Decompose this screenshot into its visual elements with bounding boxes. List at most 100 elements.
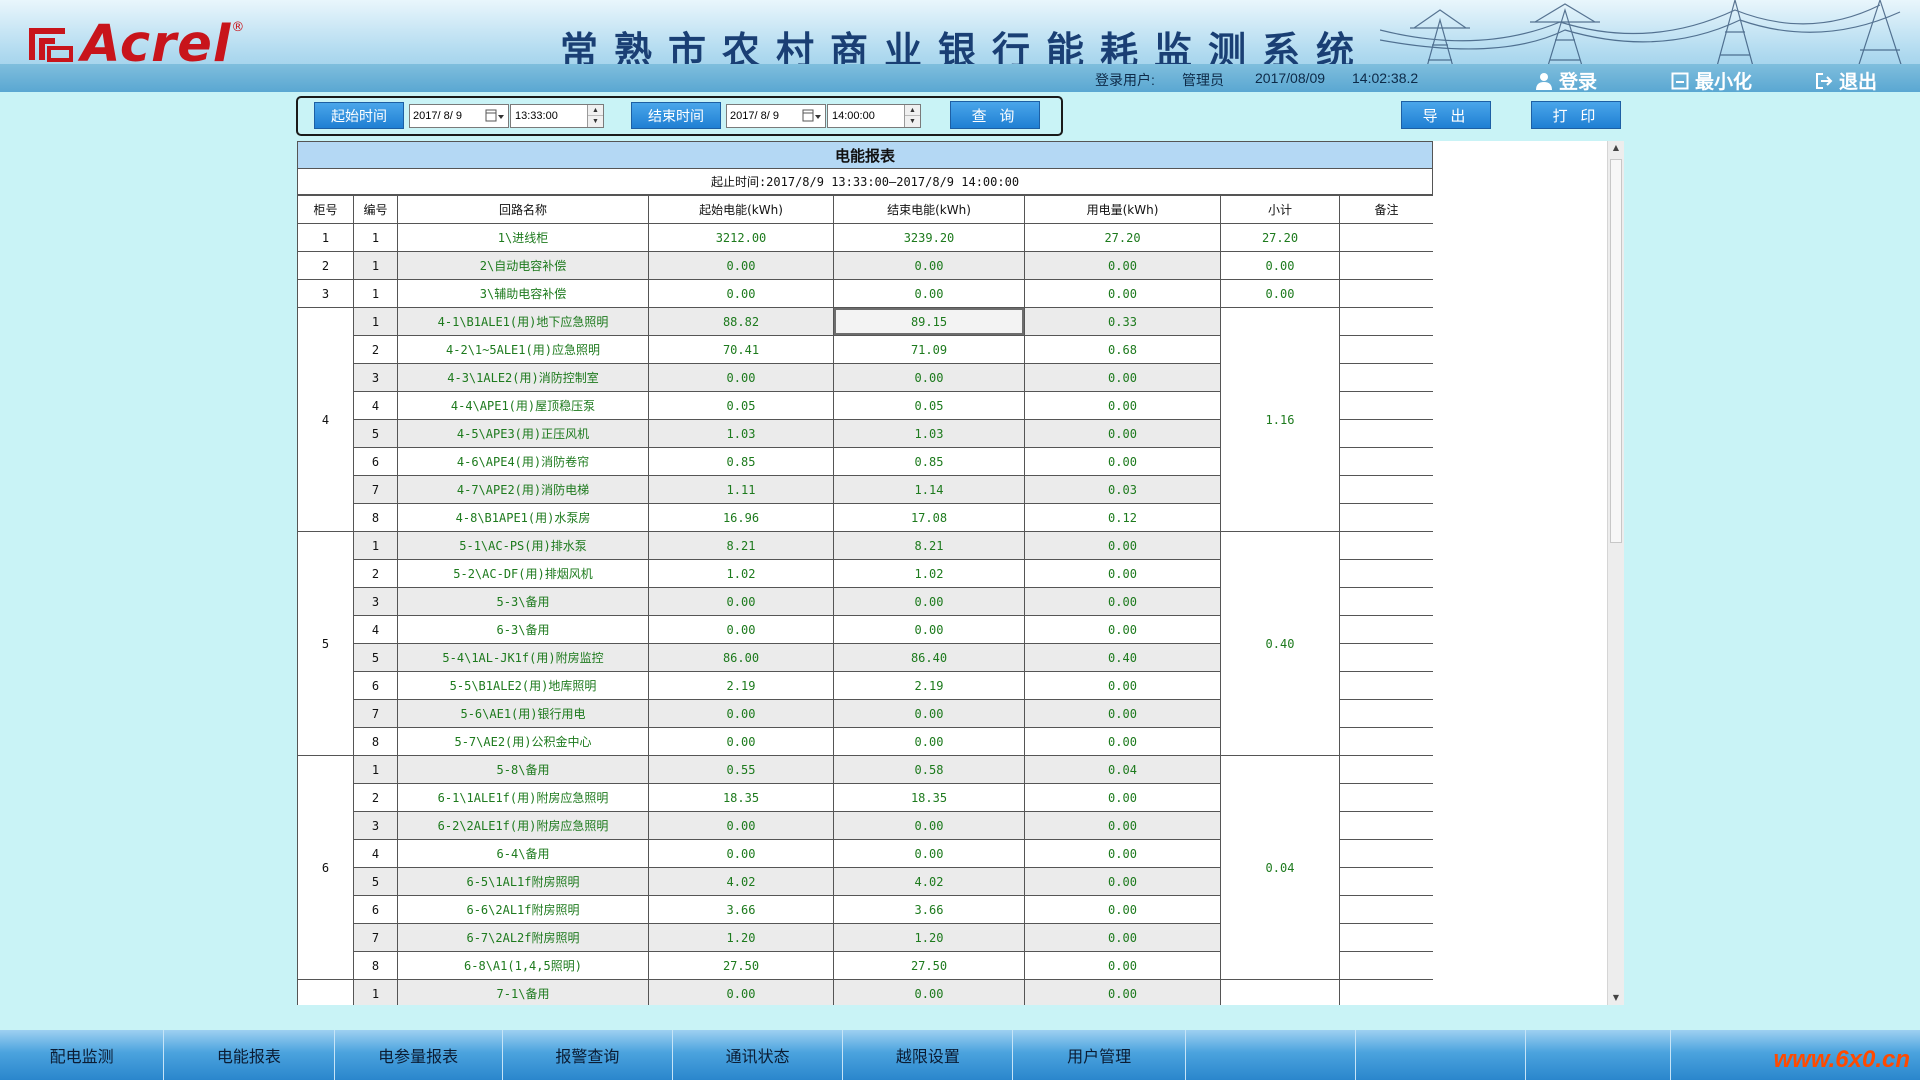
cell-start-energy: 2.19 bbox=[648, 671, 834, 700]
report-scrollbar[interactable]: ▲ ▼ bbox=[1607, 141, 1624, 1005]
end-date-value: 2017/ 8/ 9 bbox=[730, 110, 779, 122]
nav-empty-slot[interactable] bbox=[1356, 1030, 1527, 1080]
cell-cabinet: 2 bbox=[297, 251, 354, 280]
scroll-up-arrow-icon[interactable]: ▲ bbox=[1608, 141, 1624, 155]
cell-remark bbox=[1339, 307, 1433, 336]
cell-cabinet: 4 bbox=[297, 307, 354, 532]
start-date-picker[interactable]: 2017/ 8/ 9 bbox=[409, 104, 509, 128]
cell-circuit-name: 4-1\B1ALE1(用)地下应急照明 bbox=[397, 307, 649, 336]
cell-number: 4 bbox=[353, 391, 398, 420]
minimize-button[interactable]: 最小化 bbox=[1671, 67, 1752, 92]
cell-remark bbox=[1339, 559, 1433, 588]
table-row[interactable]: 2 1 2\自动电容补偿 0.00 0.00 0.00 0.00 bbox=[297, 251, 1433, 280]
cell-number: 5 bbox=[353, 867, 398, 896]
cell-circuit-name: 5-7\AE2(用)公积金中心 bbox=[397, 727, 649, 756]
search-button[interactable]: 查 询 bbox=[950, 101, 1040, 129]
cell-remark bbox=[1339, 587, 1433, 616]
table-row[interactable]: 1 7-1\备用 0.00 0.00 0.00 bbox=[297, 979, 1433, 1005]
energy-report-table: 柜号 编号 回路名称 起始电能(kWh) 结束电能(kWh) 用电量(kWh) … bbox=[297, 195, 1433, 1005]
nav-power-monitoring[interactable]: 配电监测 bbox=[0, 1030, 165, 1080]
logo-registered-mark: ® bbox=[231, 20, 245, 35]
cell-end-energy: 1.14 bbox=[833, 475, 1025, 504]
cell-end-energy: 0.00 bbox=[833, 727, 1025, 756]
calendar-dropdown-icon[interactable] bbox=[802, 108, 822, 124]
cell-remark bbox=[1339, 811, 1433, 840]
calendar-dropdown-icon[interactable] bbox=[485, 108, 505, 124]
cell-usage: 0.00 bbox=[1024, 671, 1221, 700]
cell-remark bbox=[1339, 979, 1433, 1005]
cell-end-energy: 3239.20 bbox=[833, 223, 1025, 252]
cell-circuit-name: 6-4\备用 bbox=[397, 839, 649, 868]
scroll-thumb[interactable] bbox=[1610, 159, 1622, 543]
cell-number: 3 bbox=[353, 363, 398, 392]
cell-end-energy: 17.08 bbox=[833, 503, 1025, 532]
nav-comm-status[interactable]: 通讯状态 bbox=[673, 1030, 844, 1080]
nav-alarm-query[interactable]: 报警查询 bbox=[503, 1030, 674, 1080]
cell-end-energy: 1.03 bbox=[833, 419, 1025, 448]
cell-cabinet bbox=[297, 979, 354, 1005]
table-row[interactable]: 1 1 1\进线柜 3212.00 3239.20 27.20 27.20 bbox=[297, 223, 1433, 252]
cell-start-energy: 3.66 bbox=[648, 895, 834, 924]
cell-start-energy: 0.00 bbox=[648, 699, 834, 728]
end-time-input[interactable]: 14:00:00 ▲ ▼ bbox=[827, 104, 921, 128]
scroll-down-arrow-icon[interactable]: ▼ bbox=[1608, 991, 1624, 1005]
start-time-spinner[interactable]: ▲ ▼ bbox=[587, 105, 603, 127]
cell-circuit-name: 2\自动电容补偿 bbox=[397, 251, 649, 280]
cell-usage: 27.20 bbox=[1024, 223, 1221, 252]
start-time-label: 起始时间 bbox=[314, 102, 404, 129]
exit-button[interactable]: 退出 bbox=[1815, 67, 1877, 92]
table-row[interactable]: 4 1 4-1\B1ALE1(用)地下应急照明 88.82 89.15 0.33 1.16 bbox=[297, 307, 1433, 532]
start-date-value: 2017/ 8/ 9 bbox=[413, 110, 462, 122]
cell-remark bbox=[1339, 643, 1433, 672]
cell-circuit-name: 4-2\1~5ALE1(用)应急照明 bbox=[397, 335, 649, 364]
start-time-input[interactable]: 13:33:00 ▲ ▼ bbox=[510, 104, 604, 128]
cell-end-energy: 71.09 bbox=[833, 335, 1025, 364]
cell-remark bbox=[1339, 531, 1433, 560]
cell-remark bbox=[1339, 279, 1433, 308]
acrel-logo-mark bbox=[29, 28, 73, 62]
cell-number: 6 bbox=[353, 447, 398, 476]
cell-number: 3 bbox=[353, 587, 398, 616]
cell-end-energy: 0.00 bbox=[833, 251, 1025, 280]
cell-usage: 0.04 bbox=[1024, 755, 1221, 784]
table-row[interactable]: 5 1 5-1\AC-PS(用)排水泵 8.21 8.21 0.00 0.40 bbox=[297, 531, 1433, 756]
cell-circuit-name: 5-2\AC-DF(用)排烟风机 bbox=[397, 559, 649, 588]
cell-remark bbox=[1339, 615, 1433, 644]
query-panel: 起始时间 2017/ 8/ 9 13:33:00 ▲ ▼ 结束时间 2017/ 8… bbox=[296, 96, 1063, 136]
export-button[interactable]: 导 出 bbox=[1401, 101, 1491, 129]
cell-remark bbox=[1339, 895, 1433, 924]
cell-number: 1 bbox=[353, 223, 398, 252]
nav-empty-slot[interactable] bbox=[1526, 1030, 1671, 1080]
cell-circuit-name: 6-8\A1(1,4,5照明) bbox=[397, 951, 649, 980]
cell-number: 8 bbox=[353, 503, 398, 532]
cell-number: 4 bbox=[353, 615, 398, 644]
cell-circuit-name: 5-3\备用 bbox=[397, 587, 649, 616]
cell-number: 7 bbox=[353, 699, 398, 728]
energy-report: 电能报表 起止时间:2017/8/9 13:33:00—2017/8/9 14:… bbox=[297, 141, 1433, 1005]
cell-start-energy: 1.20 bbox=[648, 923, 834, 952]
print-button[interactable]: 打 印 bbox=[1531, 101, 1621, 129]
end-date-picker[interactable]: 2017/ 8/ 9 bbox=[726, 104, 826, 128]
nav-limit-settings[interactable]: 越限设置 bbox=[843, 1030, 1014, 1080]
cell-end-energy: 0.00 bbox=[833, 839, 1025, 868]
header-status-bar bbox=[0, 64, 1920, 92]
cell-usage: 0.00 bbox=[1024, 531, 1221, 560]
cell-start-energy: 8.21 bbox=[648, 531, 834, 560]
nav-parameter-report[interactable]: 电参量报表 bbox=[335, 1030, 503, 1080]
end-time-spinner[interactable]: ▲ ▼ bbox=[904, 105, 920, 127]
cell-start-energy: 0.00 bbox=[648, 727, 834, 756]
nav-empty-slot[interactable] bbox=[1186, 1030, 1356, 1080]
table-row[interactable]: 3 1 3\辅助电容补偿 0.00 0.00 0.00 0.00 bbox=[297, 279, 1433, 308]
minimize-label: 最小化 bbox=[1695, 71, 1753, 92]
nav-energy-report[interactable]: 电能报表 bbox=[164, 1030, 335, 1080]
cell-end-energy: 0.00 bbox=[833, 279, 1025, 308]
nav-user-management[interactable]: 用户管理 bbox=[1013, 1030, 1186, 1080]
cell-number: 6 bbox=[353, 671, 398, 700]
table-row[interactable]: 6 1 5-8\备用 0.55 0.58 0.04 0.04 bbox=[297, 755, 1433, 980]
cell-usage: 0.00 bbox=[1024, 727, 1221, 756]
login-button[interactable]: 登录 bbox=[1535, 67, 1597, 92]
site-watermark: www.6x0.cn bbox=[1773, 1046, 1911, 1073]
cell-circuit-name: 7-1\备用 bbox=[397, 979, 649, 1005]
report-side-area bbox=[1433, 141, 1607, 1005]
cell-start-energy: 0.00 bbox=[648, 251, 834, 280]
